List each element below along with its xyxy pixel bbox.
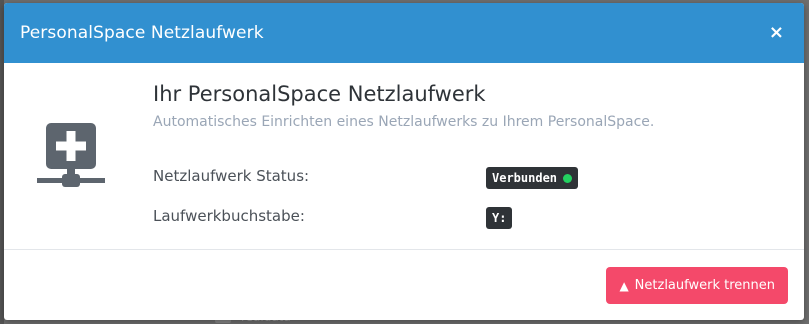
drive-letter-badge: Y: [486, 207, 513, 229]
status-indicator-dot [563, 173, 573, 183]
modal-footer: ▲ Netzlaufwerk trennen [4, 250, 804, 320]
disconnect-button-label: Netzlaufwerk trennen [634, 278, 775, 293]
status-badge: Verbunden [486, 167, 579, 189]
warning-icon: ▲ [619, 278, 629, 293]
section-subheading: Automatisches Einrichten eines Netzlaufw… [153, 114, 655, 130]
status-label: Netzlaufwerk Status: [153, 167, 310, 185]
modal-title: PersonalSpace Netzlaufwerk [20, 23, 264, 43]
close-button[interactable]: × [765, 22, 788, 44]
network-drive-modal: PersonalSpace Netzlaufwerk × Ihr Persona… [4, 3, 804, 320]
status-value: Verbunden [492, 171, 558, 185]
modal-header: PersonalSpace Netzlaufwerk × [4, 3, 804, 63]
network-drive-add-icon [37, 123, 105, 193]
disconnect-drive-button[interactable]: ▲ Netzlaufwerk trennen [606, 267, 788, 304]
section-heading: Ihr PersonalSpace Netzlaufwerk [153, 82, 486, 106]
drive-info: Ihr PersonalSpace Netzlaufwerk Automatis… [153, 82, 804, 229]
drive-letter-value: Y: [486, 207, 513, 229]
modal-body: Ihr PersonalSpace Netzlaufwerk Automatis… [4, 63, 804, 250]
drive-letter-label: Laufwerkbuchstabe: [153, 207, 305, 225]
